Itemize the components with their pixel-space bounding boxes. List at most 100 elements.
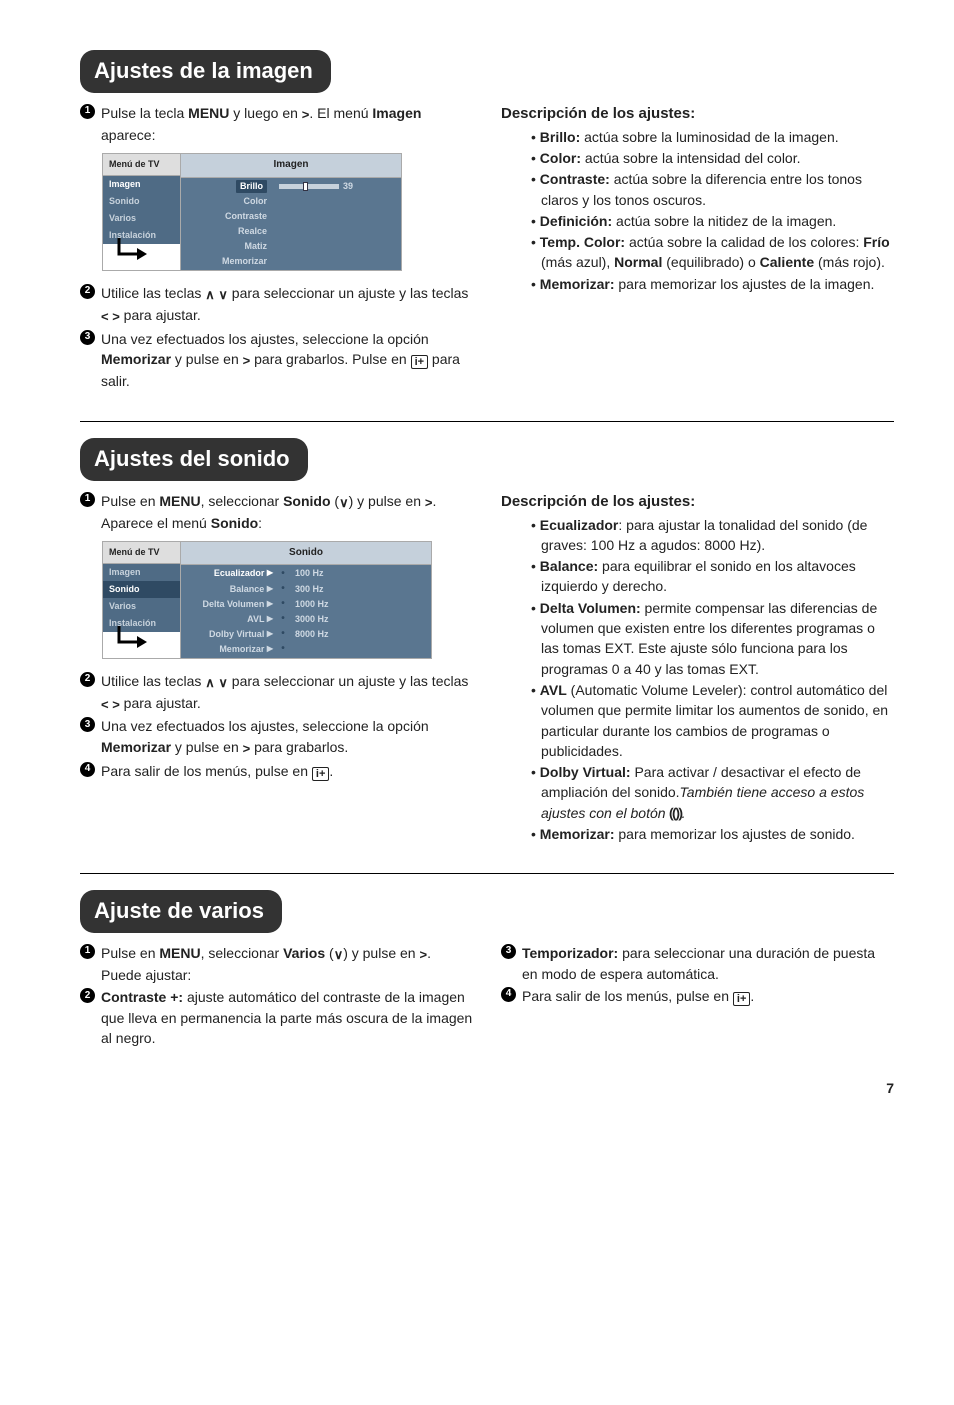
tv-side-item: Imagen <box>103 564 180 581</box>
section-varios: Ajuste de varios 1 Pulse en MENU, selecc… <box>80 890 894 1050</box>
tv-side-item: Sonido <box>103 193 180 210</box>
slider-value: 39 <box>343 180 353 193</box>
page-number: 7 <box>80 1078 894 1098</box>
tv-side: Menú de TV Imagen Sonido Varios Instalac… <box>103 542 181 658</box>
tv-menu-sonido: Menú de TV Imagen Sonido Varios Instalac… <box>102 541 432 659</box>
tv-item: Memorizar <box>181 254 273 269</box>
bullet: Memorizar: para memorizar los ajustes de… <box>531 824 894 844</box>
bullet: Color: actúa sobre la intensidad del col… <box>531 148 894 168</box>
down-icon: ∨ <box>334 947 344 962</box>
divider <box>80 421 894 422</box>
s3-step3: 3 Temporizador: para seleccionar una dur… <box>501 943 894 984</box>
updown-icon: ∧ ∨ <box>205 675 228 690</box>
tv-item: Color <box>181 194 273 209</box>
tv-side-header: Menú de TV <box>103 542 180 564</box>
text: Utilice las teclas <box>101 285 205 301</box>
arrow-icon <box>113 624 153 652</box>
text: aparece: <box>101 127 155 143</box>
desc-title: Descripción de los ajustes: <box>501 491 894 513</box>
cols-sonido: 1 Pulse en MENU, seleccionar Sonido (∨) … <box>80 491 894 846</box>
step-num-1: 1 <box>80 104 95 119</box>
s2-step2: 2 Utilice las teclas ∧ ∨ para selecciona… <box>80 671 473 715</box>
tv-main: Sonido Ecualizador ▶•100 Hz Balance ▶•30… <box>181 542 431 658</box>
s1-step3: 3 Una vez efectuados los ajustes, selecc… <box>80 329 473 391</box>
text: para ajustar. <box>120 307 201 323</box>
leftright-icon: < > <box>101 697 120 712</box>
step-num-2: 2 <box>80 284 95 299</box>
tv-item: Ecualizador ▶ <box>181 566 277 581</box>
s1-step1: 1 Pulse la tecla MENU y luego en >. El m… <box>80 103 473 145</box>
text: y pulse en <box>171 351 243 367</box>
tv-val: 300 Hz <box>289 582 330 597</box>
left-col-sonido: 1 Pulse en MENU, seleccionar Sonido (∨) … <box>80 491 473 846</box>
tv-side-header: Menú de TV <box>103 154 180 176</box>
key-menu: MENU <box>159 493 200 509</box>
section-title-varios: Ajuste de varios <box>80 890 282 933</box>
text: para grabarlos. Pulse en <box>250 351 410 367</box>
tv-item: Delta Volumen ▶ <box>181 597 277 612</box>
slider-icon: 39 <box>279 180 353 193</box>
step-num-2: 2 <box>80 672 95 687</box>
text: Memorizar <box>101 351 171 367</box>
tv-side-item: Varios <box>103 210 180 227</box>
s2-step4: 4 Para salir de los menús, pulse en i+. <box>80 761 473 781</box>
bullet: Ecualizador: para ajustar la tonalidad d… <box>531 515 894 556</box>
s3-step1: 1 Pulse en MENU, seleccionar Varios (∨) … <box>80 943 473 985</box>
text: y luego en <box>229 105 301 121</box>
tv-val: 3000 Hz <box>289 612 335 627</box>
section-imagen: Ajustes de la imagen 1 Pulse la tecla ME… <box>80 50 894 393</box>
step-num-3: 3 <box>80 330 95 345</box>
tv-side-item: Imagen <box>103 176 180 193</box>
step-num-1: 1 <box>80 944 95 959</box>
bullet: AVL (Automatic Volume Leveler): control … <box>531 680 894 761</box>
section-sonido: Ajustes del sonido 1 Pulse en MENU, sele… <box>80 438 894 845</box>
text: para seleccionar un ajuste y las teclas <box>228 285 468 301</box>
down-icon: ∨ <box>339 495 349 510</box>
tv-item: Brillo <box>236 180 267 193</box>
step-num-3: 3 <box>501 944 516 959</box>
desc-title: Descripción de los ajustes: <box>501 103 894 125</box>
cols-varios: 1 Pulse en MENU, seleccionar Varios (∨) … <box>80 943 894 1050</box>
bullet: Balance: para equilibrar el sonido en lo… <box>531 556 894 597</box>
step-num-1: 1 <box>80 492 95 507</box>
s3-step4: 4 Para salir de los menús, pulse en i+. <box>501 986 894 1006</box>
tv-val: 1000 Hz <box>289 597 335 612</box>
tv-item: Balance ▶ <box>181 582 277 597</box>
tv-main-header: Imagen <box>181 154 401 178</box>
bullet: Definición: actúa sobre la nitidez de la… <box>531 211 894 231</box>
tv-side-item: Varios <box>103 598 180 615</box>
tv-item: Dolby Virtual ▶ <box>181 627 277 642</box>
left-col-imagen: 1 Pulse la tecla MENU y luego en >. El m… <box>80 103 473 393</box>
step-num-2: 2 <box>80 988 95 1003</box>
section-title-sonido: Ajustes del sonido <box>80 438 308 481</box>
info-icon: i+ <box>733 992 750 1006</box>
tv-val: 8000 Hz <box>289 627 335 642</box>
step-num-3: 3 <box>80 717 95 732</box>
leftright-icon: < > <box>101 309 120 324</box>
bullet: Memorizar: para memorizar los ajustes de… <box>531 274 894 294</box>
tv-main: Imagen Brillo 39 Color Contraste Realce … <box>181 154 401 270</box>
key-menu: MENU <box>188 105 229 121</box>
tv-menu-imagen: Menú de TV Imagen Sonido Varios Instalac… <box>102 153 402 271</box>
info-icon: i+ <box>411 355 428 369</box>
left-col-varios: 1 Pulse en MENU, seleccionar Varios (∨) … <box>80 943 473 1050</box>
right-col-varios: 3 Temporizador: para seleccionar una dur… <box>501 943 894 1050</box>
tv-val: 100 Hz <box>289 566 330 581</box>
s1-step2: 2 Utilice las teclas ∧ ∨ para selecciona… <box>80 283 473 327</box>
text: . El menú <box>309 105 372 121</box>
updown-icon: ∧ ∨ <box>205 287 228 302</box>
tv-item: Memorizar ▶ <box>181 642 277 657</box>
text: Pulse la tecla <box>101 105 188 121</box>
text: Imagen <box>372 105 421 121</box>
arrow-icon <box>113 236 153 264</box>
bullet: Contraste: actúa sobre la diferencia ent… <box>531 169 894 210</box>
tv-item: Realce <box>181 224 273 239</box>
bullet: Dolby Virtual: Para activar / desactivar… <box>531 762 894 823</box>
tv-side: Menú de TV Imagen Sonido Varios Instalac… <box>103 154 181 270</box>
tv-side-item: Sonido <box>103 581 180 598</box>
key-menu: MENU <box>159 945 200 961</box>
step-num-4: 4 <box>80 762 95 777</box>
step-num-4: 4 <box>501 987 516 1002</box>
s2-step1: 1 Pulse en MENU, seleccionar Sonido (∨) … <box>80 491 473 533</box>
bullet: Temp. Color: actúa sobre la calidad de l… <box>531 232 894 273</box>
